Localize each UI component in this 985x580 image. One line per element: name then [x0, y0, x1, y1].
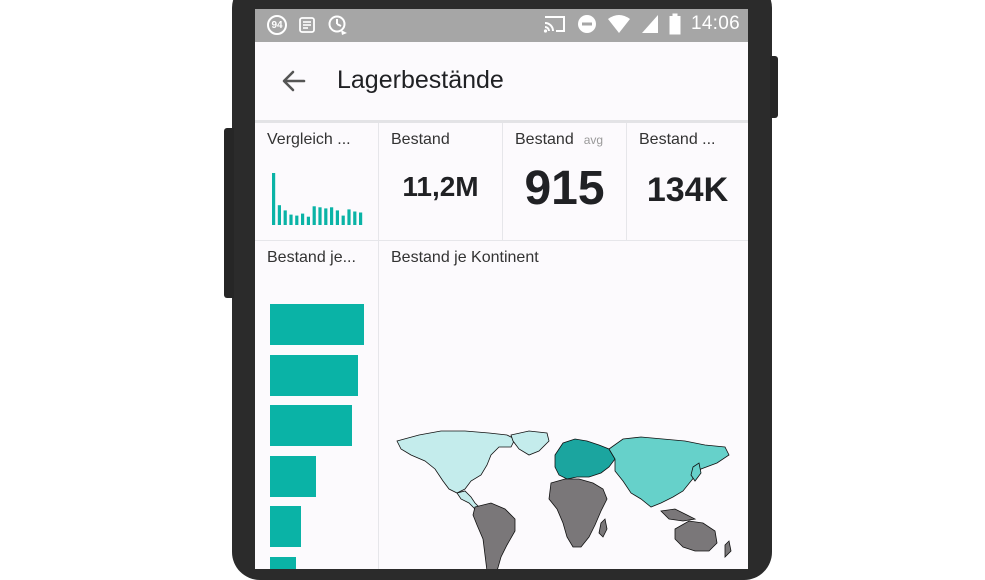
sparkline-bar — [359, 212, 363, 225]
signal-icon — [641, 15, 658, 33]
tile-title: Bestand — [391, 131, 450, 148]
tile-title-text: Bestand — [515, 131, 574, 148]
sparkline-bar-chart — [272, 173, 363, 225]
sync-icon — [328, 15, 347, 35]
sparkline-bar — [318, 207, 322, 225]
notification-badge: 94 — [267, 15, 287, 35]
horizontal-bar[interactable] — [270, 304, 364, 345]
back-arrow-icon[interactable] — [279, 66, 309, 96]
region-north-america[interactable] — [396, 430, 516, 494]
tile-bestand-3[interactable]: Bestand ... 134K — [627, 123, 748, 241]
do-not-disturb-icon — [577, 15, 596, 33]
tile-title: Vergleich ... — [267, 131, 351, 148]
tile-kontinent[interactable]: Bestand je Kontinent — [379, 241, 748, 569]
tile-vergleich[interactable]: Vergleich ... — [255, 123, 379, 241]
kpi-value: 134K — [646, 171, 729, 209]
page-title: Lagerbestände — [337, 66, 504, 94]
app-bar: Lagerbestände — [255, 42, 748, 123]
sparkline-bar — [272, 173, 276, 225]
region-southeast-asia-islands[interactable] — [660, 508, 697, 522]
sparkline-bar — [341, 215, 345, 225]
sparkline-bar — [283, 210, 287, 225]
world-map — [396, 430, 732, 569]
tile-bestand[interactable]: Bestand 11,2M — [379, 123, 503, 241]
battery-icon — [669, 13, 681, 35]
horizontal-bar[interactable] — [270, 506, 301, 547]
news-icon — [299, 17, 315, 33]
tile-subtitle: avg — [583, 133, 604, 147]
horizontal-bar[interactable] — [270, 405, 352, 446]
horizontal-bar[interactable] — [270, 354, 359, 396]
kpi-value: 11,2M — [402, 171, 479, 202]
sparkline-bar — [306, 216, 310, 225]
region-south-america[interactable] — [472, 502, 516, 569]
clock: 14:06 — [690, 13, 740, 34]
sparkline-bar — [301, 213, 305, 225]
horizontal-bar[interactable] — [270, 556, 297, 569]
phone-side-button-left — [224, 128, 234, 298]
sparkline-bar — [312, 206, 316, 225]
sparkline-bar — [277, 205, 281, 225]
kpi-value: 915 — [524, 162, 605, 215]
cast-icon — [543, 16, 565, 33]
horizontal-bar-chart — [255, 241, 379, 569]
region-madagascar[interactable] — [598, 518, 608, 538]
region-europe[interactable] — [554, 438, 616, 480]
status-bar: 94 14:06 — [255, 9, 748, 42]
sparkline-bar — [335, 210, 339, 225]
wifi-icon — [607, 15, 630, 33]
tile-bestand-je[interactable]: Bestand je... — [255, 241, 379, 569]
tile-bestand-avg[interactable]: Bestand avg 915 — [503, 123, 627, 241]
sparkline-bar — [353, 211, 357, 225]
phone-side-button-right — [770, 56, 778, 118]
region-australia[interactable] — [674, 520, 718, 552]
sparkline-bar — [289, 214, 293, 225]
sparkline-bar — [295, 215, 299, 225]
sparkline-bar — [330, 207, 334, 225]
region-greenland[interactable] — [510, 430, 550, 456]
sparkline-bar — [347, 209, 351, 225]
tile-title: Bestand ... — [639, 131, 716, 148]
tile-title: Bestand avg — [515, 131, 603, 149]
horizontal-bar[interactable] — [270, 455, 317, 497]
region-new-zealand[interactable] — [724, 540, 732, 558]
region-asia[interactable] — [608, 436, 730, 508]
region-africa[interactable] — [548, 478, 608, 548]
region-central-america[interactable] — [456, 490, 480, 510]
sparkline-bar — [324, 208, 328, 225]
phone-screen: 94 14:06 Lagerbestände Vergleich ... Bes… — [255, 9, 748, 569]
